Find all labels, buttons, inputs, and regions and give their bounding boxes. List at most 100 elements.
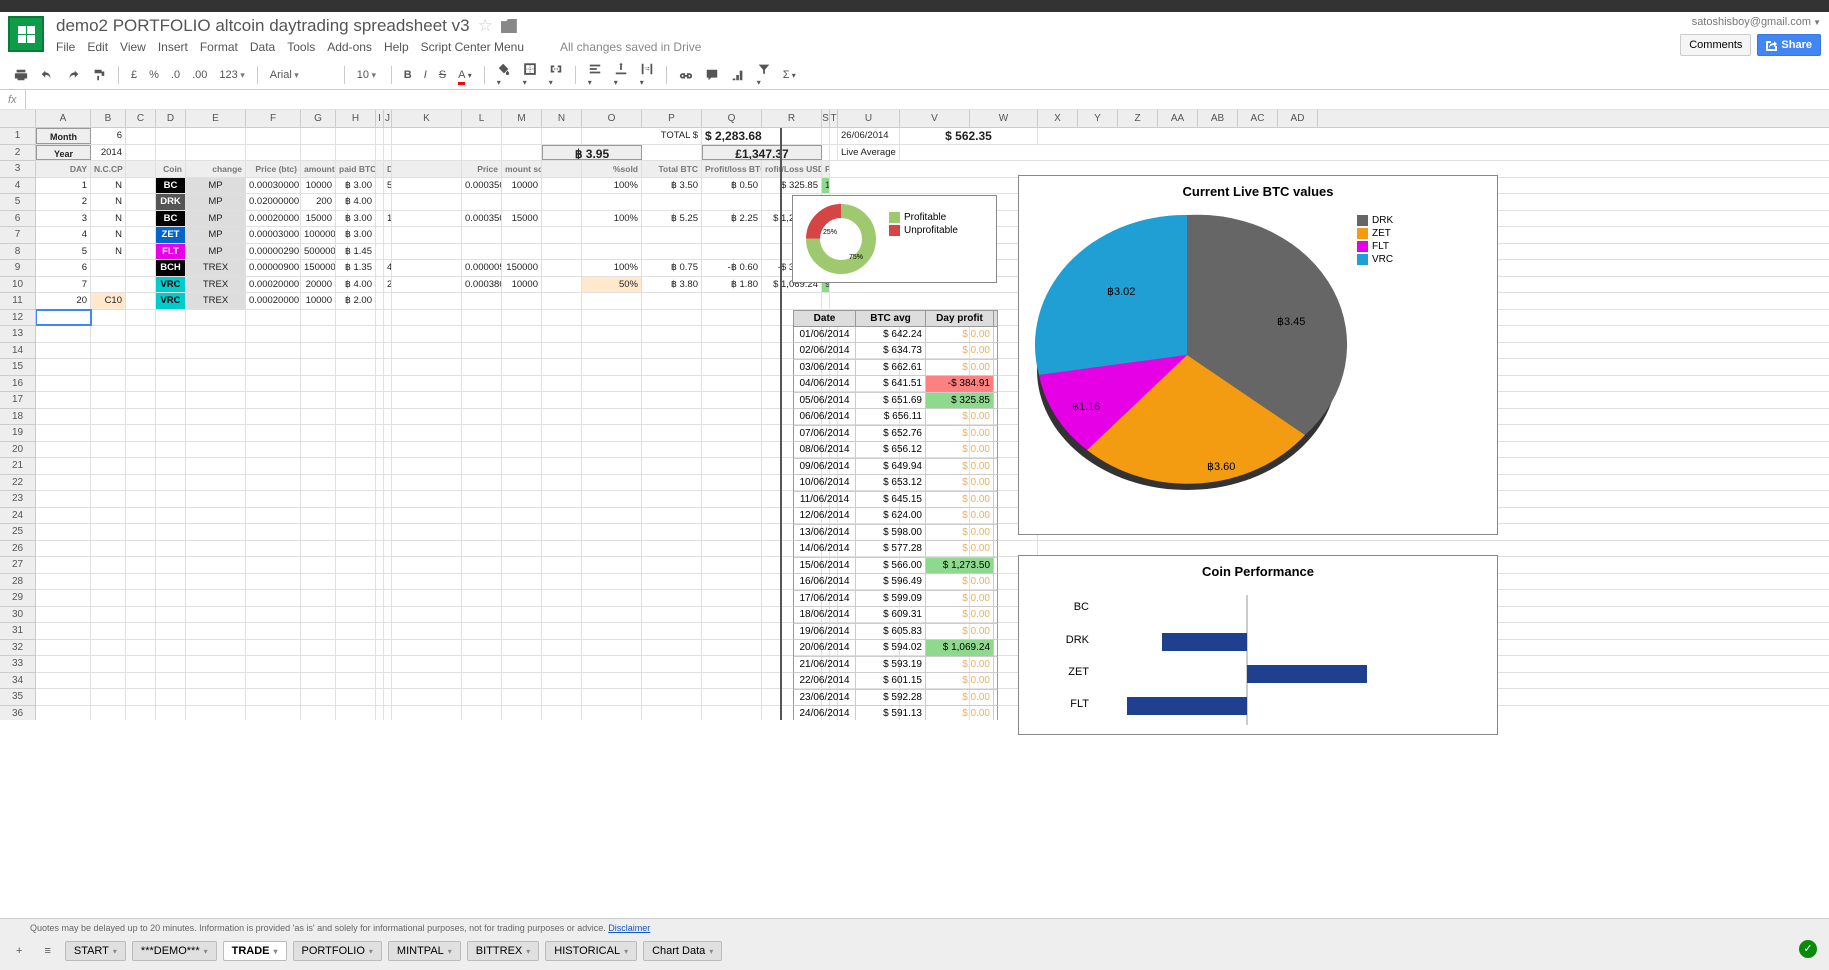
cell[interactable] [542, 557, 582, 573]
cell[interactable] [642, 227, 702, 243]
cell[interactable] [336, 392, 376, 408]
cell[interactable] [392, 310, 462, 326]
cell[interactable] [392, 161, 462, 177]
formula-bar[interactable]: fx [0, 90, 1829, 110]
row-header[interactable]: 8 [0, 244, 36, 261]
cell[interactable] [702, 590, 762, 606]
table-cell[interactable]: $ 0.00 [926, 475, 994, 491]
row-header[interactable]: 21 [0, 458, 36, 475]
row-header[interactable]: 20 [0, 442, 36, 459]
cell[interactable] [702, 244, 762, 260]
table-cell[interactable]: 22/06/2014 [794, 673, 856, 689]
cell[interactable] [336, 458, 376, 474]
cell[interactable] [246, 458, 301, 474]
cell[interactable] [91, 673, 126, 689]
cell[interactable] [186, 508, 246, 524]
cell[interactable] [156, 409, 186, 425]
cell[interactable] [376, 277, 384, 293]
cell[interactable] [582, 376, 642, 392]
cell[interactable]: 150000 [502, 260, 542, 276]
cell[interactable] [642, 359, 702, 375]
cell[interactable] [462, 359, 502, 375]
cell[interactable] [301, 557, 336, 573]
cell[interactable] [301, 458, 336, 474]
cell[interactable] [376, 310, 384, 326]
table-cell[interactable]: $ 598.00 [856, 525, 926, 541]
cell[interactable] [126, 640, 156, 656]
cell[interactable] [392, 277, 462, 293]
cell[interactable] [642, 409, 702, 425]
cell[interactable] [126, 260, 156, 276]
cell[interactable] [830, 145, 838, 161]
cell[interactable] [462, 442, 502, 458]
cell[interactable]: ฿ 3.00 [336, 227, 376, 243]
cell[interactable] [702, 623, 762, 639]
cell[interactable] [384, 425, 392, 441]
percent-format[interactable]: % [145, 66, 163, 84]
col-header[interactable]: O [582, 110, 642, 127]
cell[interactable] [126, 673, 156, 689]
cell[interactable] [384, 310, 392, 326]
cell[interactable] [156, 343, 186, 359]
cell[interactable] [502, 574, 542, 590]
cell[interactable] [582, 458, 642, 474]
cell[interactable] [542, 343, 582, 359]
bold-icon[interactable]: B [400, 66, 416, 84]
cell[interactable] [376, 409, 384, 425]
table-cell[interactable]: $ 593.19 [856, 657, 926, 673]
row-header[interactable]: 24 [0, 508, 36, 525]
cell[interactable]: 0.00030000 [246, 178, 301, 194]
cell[interactable] [392, 706, 462, 721]
cell[interactable]: 26/06/2014 [838, 128, 900, 144]
cell[interactable] [642, 673, 702, 689]
cell[interactable] [582, 194, 642, 210]
cell[interactable] [384, 656, 392, 672]
cell[interactable] [91, 508, 126, 524]
cell[interactable] [384, 128, 392, 144]
cell[interactable] [376, 673, 384, 689]
cell[interactable] [36, 541, 91, 557]
cell[interactable] [156, 574, 186, 590]
cell[interactable] [384, 475, 392, 491]
cell[interactable]: TREX [186, 260, 246, 276]
cell[interactable] [642, 557, 702, 573]
cell[interactable] [186, 458, 246, 474]
col-header[interactable]: J [384, 110, 392, 127]
table-cell[interactable]: $ 645.15 [856, 492, 926, 508]
cell[interactable] [301, 326, 336, 342]
cell[interactable]: 20 [384, 277, 392, 293]
cell[interactable] [542, 326, 582, 342]
cell[interactable] [126, 508, 156, 524]
cell[interactable] [301, 475, 336, 491]
cell[interactable] [36, 343, 91, 359]
table-cell[interactable]: $ 596.49 [856, 574, 926, 590]
cell[interactable] [301, 409, 336, 425]
cell[interactable] [336, 623, 376, 639]
cell[interactable] [36, 574, 91, 590]
cell[interactable]: N [91, 211, 126, 227]
cell[interactable] [126, 524, 156, 540]
cell[interactable]: 20 [36, 293, 91, 309]
cell[interactable] [542, 656, 582, 672]
cell[interactable] [156, 607, 186, 623]
cell[interactable] [642, 590, 702, 606]
add-sheet-button[interactable]: + [8, 941, 30, 961]
cell[interactable]: N [91, 244, 126, 260]
menu-script-center-menu[interactable]: Script Center Menu [421, 40, 524, 54]
cell[interactable] [246, 491, 301, 507]
fill-color-icon[interactable]: ▾ [493, 59, 515, 91]
table-cell[interactable]: $ 662.61 [856, 360, 926, 376]
row-header[interactable]: 11 [0, 293, 36, 310]
cell[interactable]: Price [462, 161, 502, 177]
cell[interactable] [336, 145, 376, 161]
cell[interactable] [384, 376, 392, 392]
cell[interactable] [462, 689, 502, 705]
cell[interactable] [376, 194, 384, 210]
cell[interactable] [702, 409, 762, 425]
cell[interactable]: ฿ 1.80 [702, 277, 762, 293]
cell[interactable] [392, 194, 462, 210]
cell[interactable] [502, 673, 542, 689]
cell[interactable]: N.C.CP [91, 161, 126, 177]
cell[interactable] [376, 178, 384, 194]
cell[interactable] [156, 689, 186, 705]
